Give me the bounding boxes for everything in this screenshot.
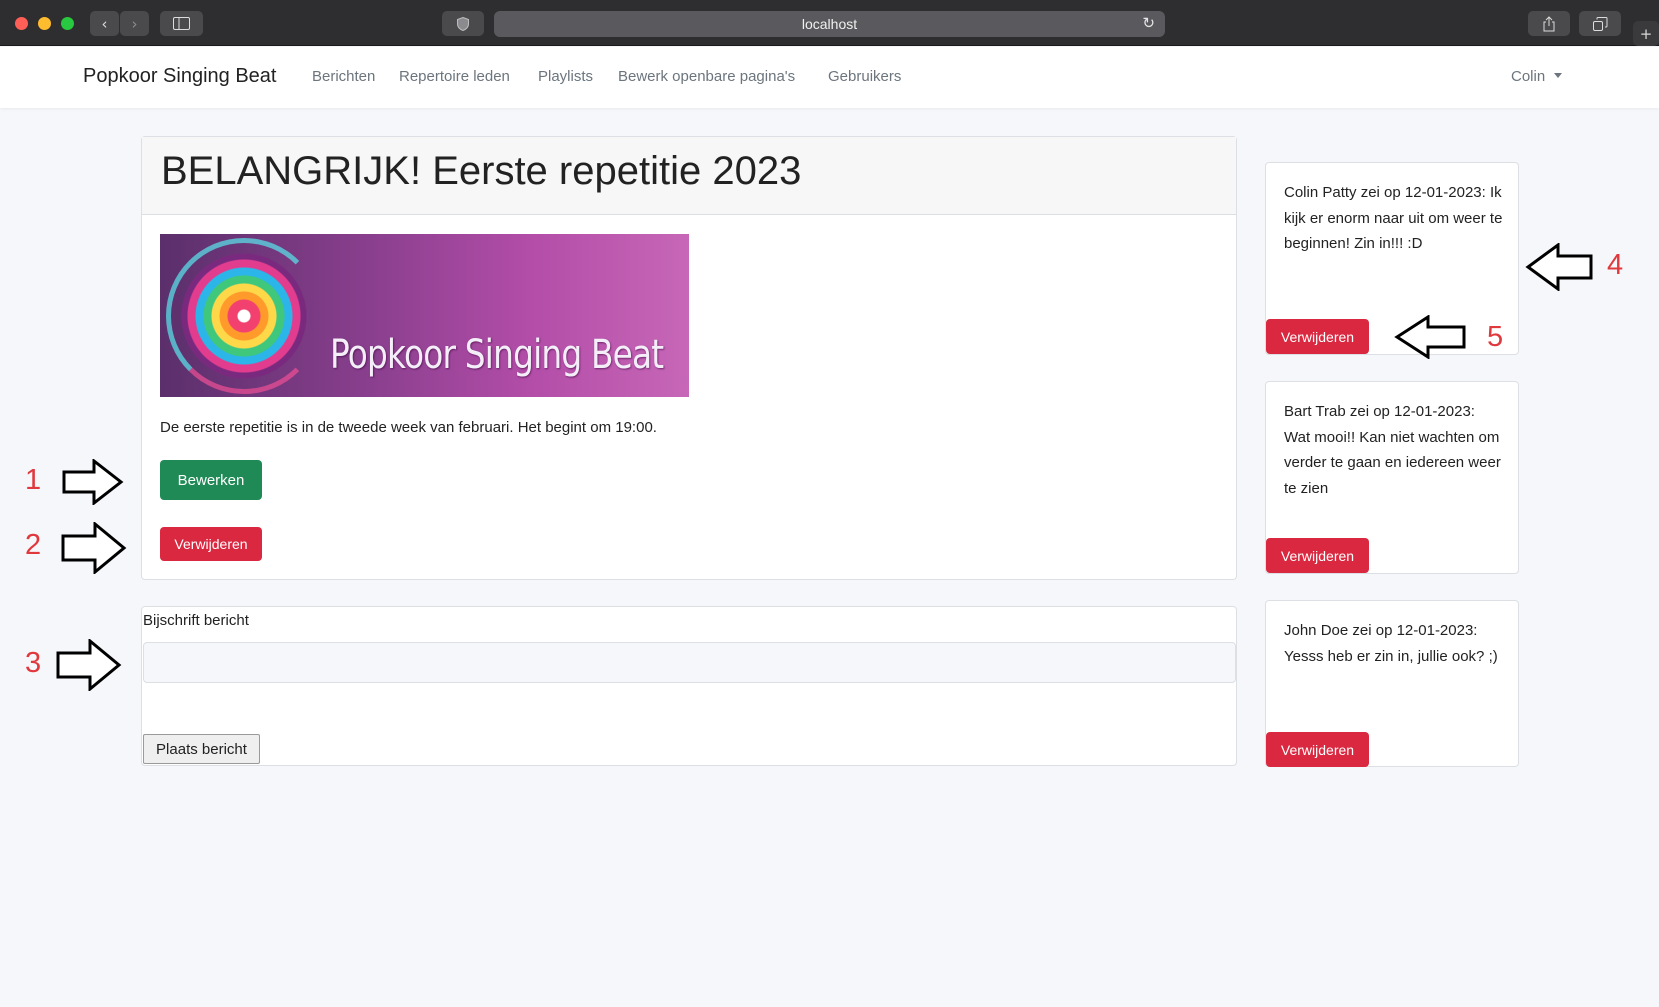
reload-icon[interactable]: ↻ (1142, 14, 1155, 32)
nav-link-gebruikers[interactable]: Gebruikers (828, 68, 901, 85)
delete-post-button[interactable]: Verwijderen (160, 527, 262, 561)
user-name: Colin (1511, 68, 1546, 85)
share-icon (1543, 15, 1555, 31)
nav-link-repertoire-leden[interactable]: Repertoire leden (399, 68, 510, 85)
close-window-button[interactable] (15, 17, 28, 30)
caret-down-icon (1554, 72, 1563, 78)
url-text: localhost (801, 16, 858, 32)
arrow-left-icon (1525, 243, 1593, 291)
arrow-right-icon (56, 639, 122, 691)
arrow-right-icon (62, 459, 124, 505)
post-header: BELANGRIJK! Eerste repetitie 2023 (142, 137, 1236, 215)
comment-card: Colin Patty zei op 12-01-2023: Ik kijk e… (1265, 162, 1519, 355)
post-body-text: De eerste repetitie is in de tweede week… (160, 419, 657, 436)
plus-icon: + (1639, 24, 1653, 43)
delete-comment-button[interactable]: Verwijderen (1266, 538, 1369, 573)
arrow-left-icon (1394, 315, 1466, 359)
fullscreen-window-button[interactable] (61, 17, 74, 30)
sidebar-icon (173, 17, 190, 30)
new-tab-button[interactable]: + (1633, 21, 1659, 46)
comment-text: Bart Trab zei op 12-01-2023: Wat mooi!! … (1284, 403, 1501, 497)
comment-text: Colin Patty zei op 12-01-2023: Ik kijk e… (1284, 184, 1503, 252)
annotation-number: 5 (1487, 321, 1504, 353)
nav-link-berichten[interactable]: Berichten (312, 68, 375, 85)
site-brand[interactable]: Popkoor Singing Beat (83, 65, 276, 88)
user-menu-dropdown[interactable]: Colin (1511, 68, 1563, 85)
privacy-button[interactable] (442, 11, 484, 36)
site-navbar: Popkoor Singing Beat Berichten Repertoir… (0, 47, 1659, 108)
tabs-overview-button[interactable] (1579, 11, 1621, 36)
comment-input[interactable] (143, 642, 1236, 683)
annotation-number: 3 (25, 647, 42, 679)
post-banner-image: Popkoor Singing Beat (160, 234, 689, 397)
chevron-left-icon: ‹ (101, 14, 108, 33)
tabs-icon (1592, 16, 1607, 31)
share-button[interactable] (1528, 11, 1570, 36)
post-title: BELANGRIJK! Eerste repetitie 2023 (161, 149, 802, 193)
comment-card: Bart Trab zei op 12-01-2023: Wat mooi!! … (1265, 381, 1519, 574)
address-bar[interactable]: localhost ↻ (494, 11, 1165, 37)
shield-icon (457, 16, 469, 31)
chevron-right-icon: › (131, 14, 138, 33)
comment-card: John Doe zei op 12-01-2023: Yesss heb er… (1265, 600, 1519, 767)
delete-comment-button[interactable]: Verwijderen (1266, 319, 1369, 354)
forward-button[interactable]: › (120, 11, 149, 36)
minimize-window-button[interactable] (38, 17, 51, 30)
nav-link-playlists[interactable]: Playlists (538, 68, 593, 85)
post-comment-button[interactable]: Plaats bericht (143, 734, 260, 764)
arrow-right-icon (61, 522, 127, 574)
comment-text: John Doe zei op 12-01-2023: Yesss heb er… (1284, 622, 1498, 665)
nav-link-bewerk-openbare-paginas[interactable]: Bewerk openbare pagina's (618, 68, 795, 85)
annotation-number: 2 (25, 529, 42, 561)
annotation-number: 1 (25, 464, 42, 496)
annotation-number: 4 (1607, 249, 1624, 281)
sidebar-toggle-button[interactable] (160, 11, 203, 36)
banner-text: Popkoor Singing Beat (330, 332, 664, 378)
comment-input-label: Bijschrift bericht (143, 612, 249, 629)
browser-toolbar: ‹ › localhost ↻ + (0, 0, 1659, 46)
swirl-logo-icon (174, 246, 314, 386)
comment-form: Bijschrift bericht Plaats bericht (141, 606, 1237, 766)
back-button[interactable]: ‹ (90, 11, 119, 36)
post-card: BELANGRIJK! Eerste repetitie 2023 Popkoo… (141, 136, 1237, 580)
edit-post-button[interactable]: Bewerken (160, 460, 262, 500)
delete-comment-button[interactable]: Verwijderen (1266, 732, 1369, 767)
